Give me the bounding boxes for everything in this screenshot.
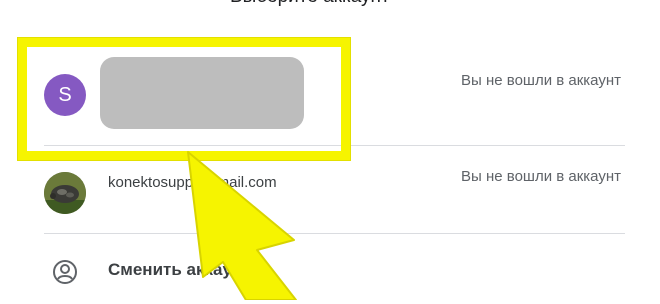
signed-out-status: Вы не вошли в аккаунт	[461, 72, 621, 89]
account-email: konektosupp@gmail.com	[108, 174, 277, 191]
switch-account-label: Сменить аккаунт	[108, 260, 251, 279]
avatar: S	[44, 74, 86, 116]
avatar-photo-icon	[44, 172, 86, 214]
switch-account-button[interactable]: Сменить аккаунт	[40, 234, 625, 304]
account-circle-icon	[53, 260, 77, 284]
avatar	[44, 172, 86, 214]
account-item-email[interactable]: konektosupp@gmail.com Вы не вошли в акка…	[40, 146, 625, 232]
redacted-account-name	[100, 57, 304, 129]
page-title: Выберите аккаунт	[230, 0, 480, 8]
account-item-s[interactable]: S Вы не вошли в аккаунт	[40, 44, 625, 144]
signed-out-status: Вы не вошли в аккаунт	[461, 168, 621, 185]
